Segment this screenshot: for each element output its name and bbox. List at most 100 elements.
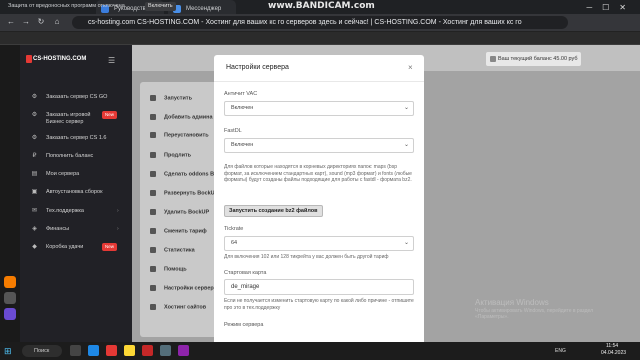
app-icon[interactable] [160,345,171,356]
back-icon[interactable]: ← [6,17,16,27]
sidebar-item-order-business[interactable]: ⚙ Заказать игровой Бизнес сервер New [20,107,132,129]
chevron-down-icon: ⌄ [403,240,409,246]
action-start[interactable]: Запустить [150,95,192,101]
action-label: Помощь [164,266,187,273]
language-indicator[interactable]: ENG [555,348,566,354]
action-web-hosting[interactable]: Хостинг сайтов [150,304,206,310]
play-icon [150,95,156,101]
action-make-addons[interactable]: Сделать oddons B [150,171,214,177]
extend-icon [150,152,156,158]
action-change-tariff[interactable]: Сменить тариф [150,228,207,234]
hosting-icon [150,304,156,310]
delete-icon [150,209,156,215]
screen: Руководство Мессенджер www.BANDICAM.com … [0,0,640,360]
chevron-right-icon: › [117,226,119,232]
menu-icon[interactable]: ☰ [108,56,115,65]
new-badge: New [102,243,118,251]
balance-display[interactable]: Ваш текущий баланс 45.00 руб [486,52,581,66]
gift-icon: ◆ [32,244,37,250]
fastdl-select-value: Включен [231,142,254,148]
modal-divider [214,81,424,82]
sidebar-item-lucky-box[interactable]: ◆ Коробка удачи New [20,239,132,257]
action-label: Запустить [164,95,192,102]
sidebar-item-autoinstall[interactable]: ▣ Автоустановка сборок [20,184,132,202]
app-icon[interactable] [4,276,16,288]
chart-icon [150,247,156,253]
start-map-help-text: Если не получается изменить стартовую ка… [224,298,414,311]
sidebar-item-label: Пополнить баланс [46,153,94,159]
action-server-settings[interactable]: Настройки сервера [150,285,217,291]
tab-label: Мессенджер [186,6,222,12]
help-icon [150,266,156,272]
sidebar-item-label: Заказать сервер CS GO [46,94,108,100]
close-icon[interactable]: × [408,63,413,72]
vac-select[interactable]: Включен ⌄ [224,101,414,116]
wallet-icon [490,56,496,62]
ruble-icon: ₽ [32,153,37,159]
start-map-input[interactable]: de_mirage [224,279,414,295]
vac-select-value: Включен [231,105,254,111]
new-badge: New [102,111,118,119]
add-icon[interactable] [4,292,16,304]
clock-time[interactable]: 11:54 [606,343,618,349]
sidebar-item-support[interactable]: ✉ Тех.поддержка › [20,203,132,221]
edge-icon[interactable] [88,345,99,356]
fastdl-select[interactable]: Включен ⌄ [224,138,414,153]
settings-icon [150,285,156,291]
explorer-icon[interactable] [124,345,135,356]
recording-watermark: www.BANDICAM.com [268,1,375,11]
yandex-icon[interactable] [106,345,117,356]
clock-date[interactable]: 04.04.2023 [601,350,626,356]
forward-icon[interactable]: → [21,17,31,27]
action-deploy-backup[interactable]: Развернуть BockUP [150,190,218,196]
task-view-icon[interactable] [70,345,81,356]
action-statistics[interactable]: Статистика [150,247,195,253]
action-add-admin[interactable]: Добавить админа [150,114,213,120]
tickrate-select[interactable]: 64 ⌄ [224,236,414,251]
chevron-down-icon: ⌄ [403,105,409,111]
app-icon[interactable] [178,345,189,356]
create-bz2-button[interactable]: Запустить создание bz2 файлов [224,205,323,217]
action-label: Удалить BockUP [164,209,210,216]
window-controls[interactable]: ─☐✕ [586,3,636,12]
sidebar-item-finance[interactable]: ◈ Финансы › [20,221,132,239]
filezilla-icon[interactable] [142,345,153,356]
finance-icon: ◈ [32,226,37,232]
fastdl-help-text: Для файлов которые находятся в корневых … [224,164,412,183]
windows-activation-text: Чтобы активировать Windows, перейдите в … [475,308,594,320]
reinstall-icon [150,132,156,138]
tariff-icon [150,228,156,234]
sidebar-item-my-servers[interactable]: ▤ Мои сервера [20,166,132,184]
assistant-icon[interactable] [4,308,16,320]
package-icon: ▣ [31,189,38,195]
enable-protection-button[interactable]: Включить [145,2,176,11]
action-label: Настройки сервера [164,285,217,292]
sidebar-item-order-cs16[interactable]: ⚙ Заказать сервер CS 1.6 [20,130,132,148]
tickrate-label: Tickrate [224,226,244,232]
sidebar-item-order-csgo[interactable]: ⚙ Заказать сервер CS GO [20,89,132,107]
balance-text: Ваш текущий баланс 45.00 руб [498,56,578,62]
windows-activation-title: Активация Windows [475,298,549,307]
action-reinstall[interactable]: Переустановить [150,132,209,138]
taskbar-search[interactable]: Поиск [22,345,62,357]
mail-icon: ✉ [31,208,38,214]
tickrate-help-text: Для включения 102 или 128 тикрейта у вас… [224,254,389,260]
windows-start-icon[interactable]: ⊞ [4,345,16,357]
list-icon: ▤ [31,171,38,177]
reload-icon[interactable]: ↻ [36,17,46,27]
sidebar-item-topup[interactable]: ₽ Пополнить баланс [20,148,132,166]
home-icon[interactable]: ⌂ [52,17,62,27]
taskbar-search-label: Поиск [34,348,50,354]
action-label: Продлить [164,152,192,159]
action-delete-backup[interactable]: Удалить BockUP [150,209,209,215]
action-label: Переустановить [164,132,209,139]
url-field[interactable]: cs-hosting.com CS-HOSTING.COM - Хостинг … [72,16,568,29]
site-logo[interactable]: CS-HOSTING.COM [33,56,86,62]
chevron-right-icon: › [117,208,119,214]
action-help[interactable]: Помощь [150,266,187,272]
action-extend[interactable]: Продлить [150,152,191,158]
server-icon: ⚙ [31,135,38,141]
sidebar-item-label: Заказать игровой Бизнес сервер [46,112,91,125]
logo-icon [26,55,32,63]
user-add-icon [150,114,156,120]
